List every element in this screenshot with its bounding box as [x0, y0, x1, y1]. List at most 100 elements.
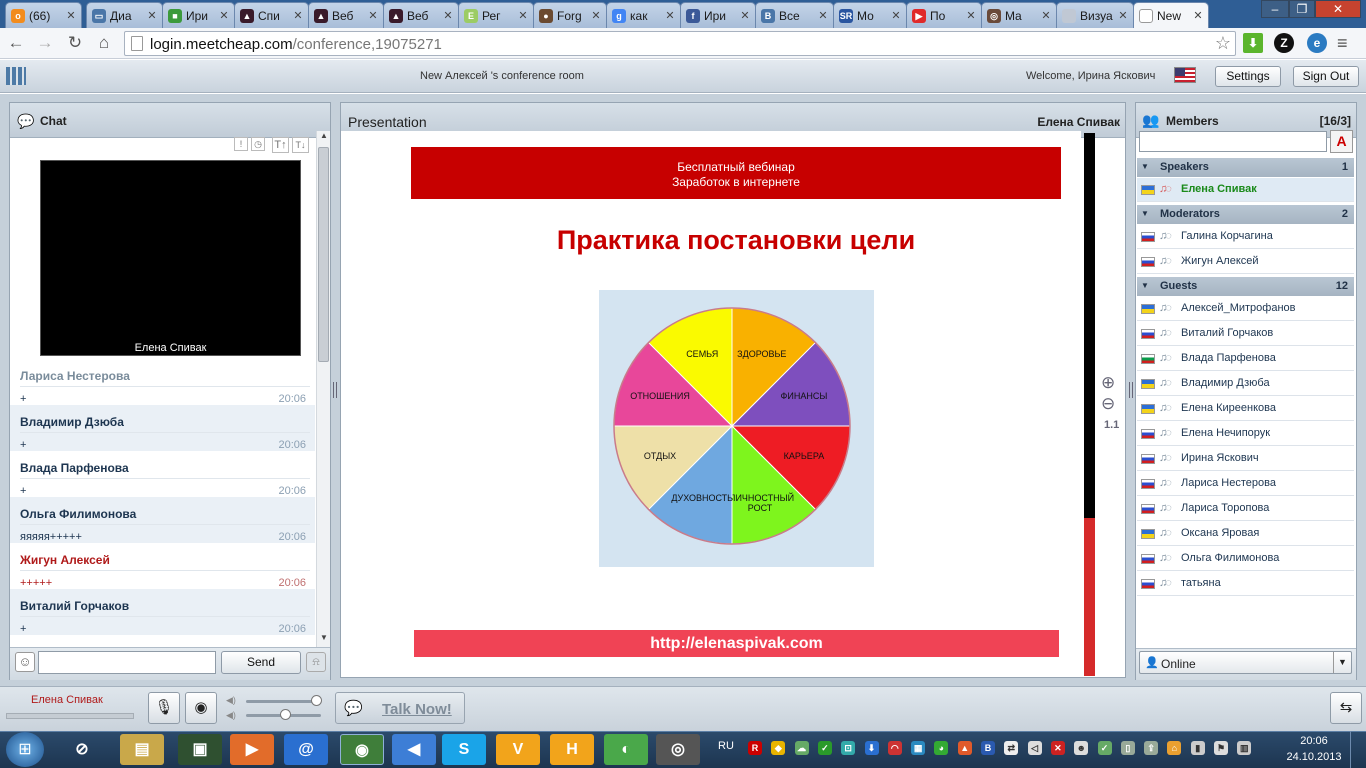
- browser-tab[interactable]: ▭ Диа ✕: [86, 2, 163, 28]
- taskbar-monitor-icon[interactable]: ▣: [178, 734, 222, 765]
- browser-tab[interactable]: New ✕: [1133, 2, 1209, 28]
- close-tab-icon[interactable]: ✕: [367, 9, 379, 22]
- reload-icon[interactable]: ↻: [64, 32, 86, 54]
- browser-tab[interactable]: о (66) ✕: [5, 2, 82, 28]
- tray-icon[interactable]: ☻: [1074, 741, 1089, 755]
- browser-tab[interactable]: ▲ Спи ✕: [234, 2, 309, 28]
- collapse-arrow-icon[interactable]: ▼: [1141, 209, 1149, 218]
- browser-tab[interactable]: Визуа ✕: [1056, 2, 1134, 28]
- member-row[interactable]: ♫◌ Ольга Филимонова: [1137, 547, 1354, 571]
- close-tab-icon[interactable]: ✕: [146, 9, 158, 22]
- us-flag-icon[interactable]: [1174, 67, 1196, 83]
- close-tab-icon[interactable]: ✕: [739, 9, 751, 22]
- close-tab-icon[interactable]: ✕: [1192, 9, 1204, 22]
- minimize-window-button[interactable]: –: [1261, 0, 1289, 18]
- member-row[interactable]: ♫◌ Галина Корчагина: [1137, 225, 1354, 249]
- start-button[interactable]: ⊞: [6, 732, 44, 767]
- tray-icon[interactable]: ⬇: [864, 741, 879, 755]
- tray-icon[interactable]: ◠: [887, 741, 902, 755]
- right-splitter-handle[interactable]: [1129, 382, 1133, 398]
- collapse-arrow-icon[interactable]: ▼: [1141, 162, 1149, 171]
- zoom-in-icon[interactable]: ⊕: [1101, 373, 1115, 393]
- browser-tab[interactable]: E Рег ✕: [458, 2, 534, 28]
- tray-icon[interactable]: R: [748, 741, 762, 755]
- taskbar-volume-icon[interactable]: ◀: [392, 734, 436, 765]
- browser-tab[interactable]: B Все ✕: [755, 2, 834, 28]
- close-tab-icon[interactable]: ✕: [664, 9, 676, 22]
- input-language[interactable]: RU: [718, 740, 734, 752]
- tray-icon[interactable]: ⚑: [1214, 741, 1228, 755]
- talk-now-button[interactable]: 💬 Talk Now!: [335, 692, 465, 724]
- browser-tab[interactable]: SR Мо ✕: [833, 2, 907, 28]
- tray-icon[interactable]: B: [981, 741, 995, 755]
- member-row[interactable]: ♫◌ Елена Киреенкова: [1137, 397, 1354, 421]
- close-window-button[interactable]: ✕: [1315, 0, 1361, 18]
- send-button[interactable]: Send: [221, 651, 301, 674]
- browser-tab[interactable]: ▶ По ✕: [906, 2, 982, 28]
- close-tab-icon[interactable]: ✕: [1117, 9, 1129, 22]
- chevron-down-icon[interactable]: ▼: [1333, 652, 1351, 673]
- tray-icon[interactable]: ▦: [911, 741, 926, 755]
- tray-icon[interactable]: ✓: [1097, 741, 1112, 755]
- clock-date[interactable]: 24.10.2013: [1286, 751, 1342, 763]
- tray-icon[interactable]: ⇄: [1004, 741, 1019, 755]
- mic-volume-slider[interactable]: [246, 709, 321, 720]
- back-icon[interactable]: ←: [5, 32, 27, 54]
- chat-alert-icon[interactable]: !: [234, 137, 248, 151]
- browser-tab[interactable]: ▲ Веб ✕: [308, 2, 384, 28]
- taskbar-skype-icon[interactable]: S: [442, 734, 486, 765]
- settings-button[interactable]: Settings: [1215, 66, 1281, 87]
- member-row[interactable]: ♫◌ татьяна: [1137, 572, 1354, 596]
- member-row[interactable]: ♫◌ Жигун Алексей: [1137, 250, 1354, 274]
- member-row[interactable]: ♫◌ Виталий Горчаков: [1137, 322, 1354, 346]
- member-row[interactable]: ♫◌ Лариса Торопова: [1137, 497, 1354, 521]
- browser-tab[interactable]: ■ Ири ✕: [162, 2, 235, 28]
- browser-tab[interactable]: ◎ Ma ✕: [981, 2, 1057, 28]
- collapse-arrow-icon[interactable]: ▼: [1141, 281, 1149, 290]
- tray-icon[interactable]: ☁: [794, 741, 809, 755]
- member-row[interactable]: ♫◌ Елена Нечипорук: [1137, 422, 1354, 446]
- webcam-button[interactable]: ◉: [185, 692, 217, 724]
- taskbar-golf-icon[interactable]: ◐: [604, 734, 648, 765]
- tray-icon[interactable]: ▯: [1120, 741, 1135, 755]
- home-icon[interactable]: ⌂: [93, 32, 115, 54]
- member-group-header[interactable]: ▼ Moderators 2: [1137, 205, 1354, 224]
- taskbar-email-icon[interactable]: @: [284, 734, 328, 765]
- tray-icon[interactable]: ▮: [1190, 741, 1205, 755]
- left-splitter-handle[interactable]: [333, 382, 337, 398]
- close-tab-icon[interactable]: ✕: [65, 9, 77, 22]
- close-tab-icon[interactable]: ✕: [1040, 9, 1052, 22]
- member-row[interactable]: ♫◌ Влада Парфенова: [1137, 347, 1354, 371]
- member-row[interactable]: ♫◌ Лариса Нестерова: [1137, 472, 1354, 496]
- microphone-button[interactable]: 🎙: [148, 692, 180, 724]
- sort-az-icon[interactable]: A: [1330, 130, 1353, 153]
- close-tab-icon[interactable]: ✕: [442, 9, 454, 22]
- tray-icon[interactable]: ◆: [771, 741, 786, 755]
- forward-icon[interactable]: →: [34, 32, 56, 54]
- tray-icon[interactable]: ▲: [957, 741, 972, 755]
- tray-icon[interactable]: ⌂: [1167, 741, 1182, 755]
- zoom-out-icon[interactable]: ⊖: [1101, 394, 1115, 414]
- tray-icon[interactable]: ◕: [934, 741, 949, 755]
- close-tab-icon[interactable]: ✕: [517, 9, 529, 22]
- member-row[interactable]: ♫◌ Алексей_Митрофанов: [1137, 297, 1354, 321]
- close-tab-icon[interactable]: ✕: [218, 9, 230, 22]
- taskbar-chrome-icon[interactable]: ◉: [340, 734, 384, 765]
- tray-icon[interactable]: ⇪: [1144, 741, 1159, 755]
- tray-icon[interactable]: ▥: [1237, 741, 1252, 755]
- taskbar-media-player-icon[interactable]: ▶: [230, 734, 274, 765]
- sign-out-button[interactable]: Sign Out: [1293, 66, 1359, 87]
- tray-icon[interactable]: ✕: [1050, 741, 1065, 755]
- clock-time[interactable]: 20:06: [1286, 735, 1342, 747]
- member-row[interactable]: ♫◌ Елена Спивак: [1137, 178, 1354, 202]
- tray-icon[interactable]: ◁: [1027, 741, 1042, 755]
- bookmark-star-icon[interactable]: ☆: [1215, 33, 1231, 54]
- status-select[interactable]: 👤 Online ▼: [1139, 651, 1352, 674]
- tray-icon[interactable]: ⊡: [841, 741, 856, 755]
- taskbar-h-icon[interactable]: H: [550, 734, 594, 765]
- close-tab-icon[interactable]: ✕: [965, 9, 977, 22]
- chat-scrollbar[interactable]: ▲ ▼: [316, 131, 330, 647]
- chat-bell-icon[interactable]: ⍾: [306, 652, 326, 672]
- z-extension-icon[interactable]: Z: [1274, 33, 1294, 53]
- member-search-input[interactable]: [1139, 131, 1327, 152]
